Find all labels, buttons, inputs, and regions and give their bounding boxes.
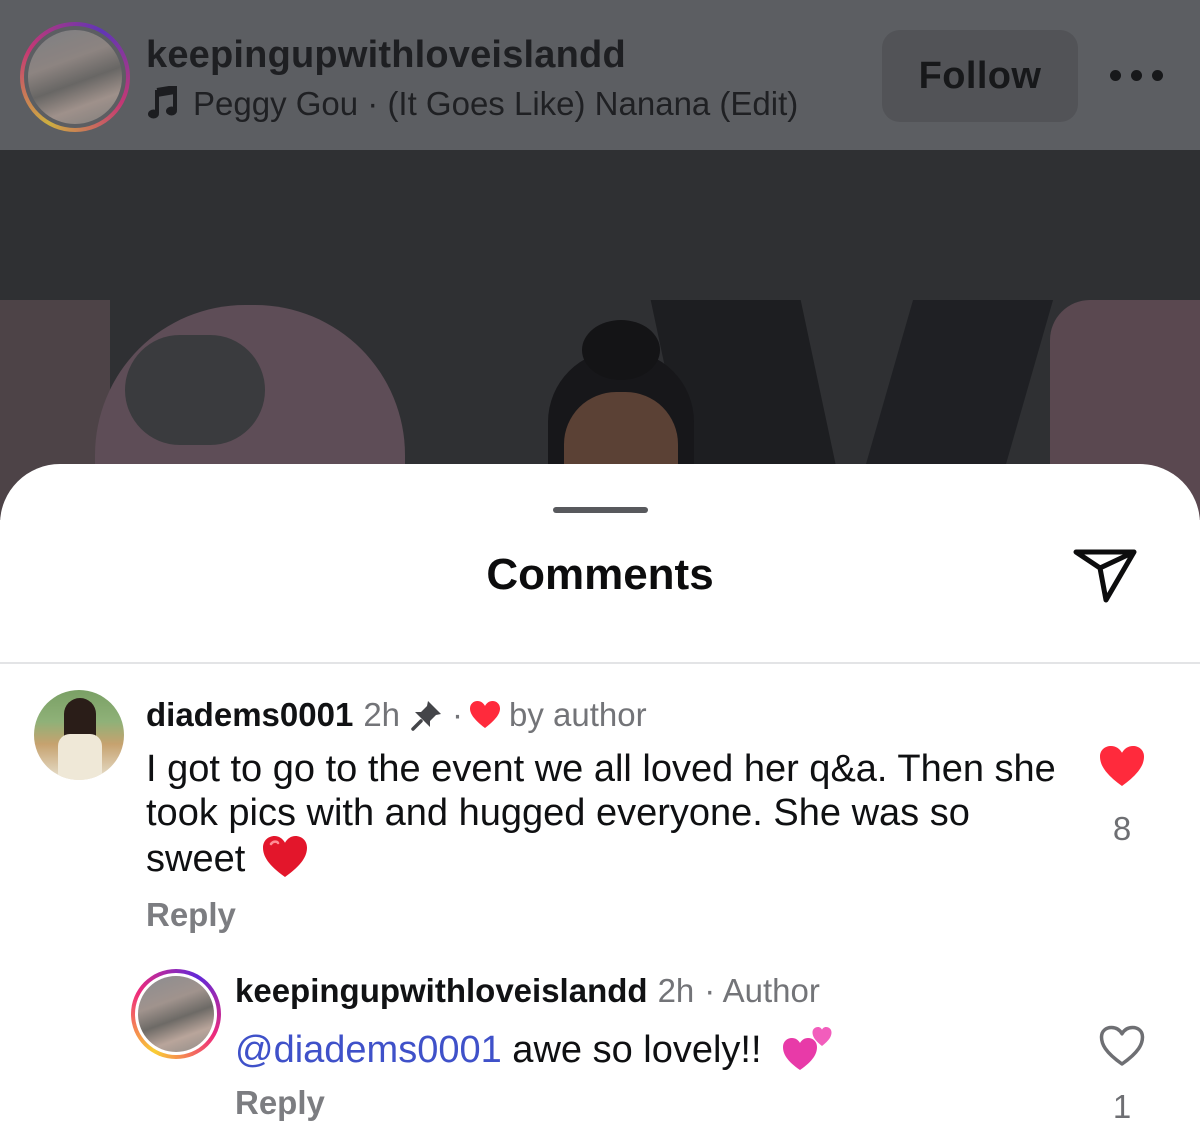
comment-username[interactable]: keepingupwithloveislandd bbox=[235, 972, 648, 1010]
red-heart-emoji bbox=[262, 836, 307, 877]
heart-icon[interactable] bbox=[1098, 744, 1146, 788]
author-username[interactable]: keepingupwithloveislandd bbox=[146, 34, 626, 77]
comment-time: 2h bbox=[657, 972, 695, 1009]
heart-outline-icon[interactable] bbox=[1098, 1024, 1146, 1068]
reply-button[interactable]: Reply bbox=[235, 1084, 325, 1122]
like-count: 8 bbox=[1112, 810, 1132, 847]
author-badge: · Author bbox=[704, 972, 820, 1009]
divider bbox=[0, 662, 1200, 664]
share-icon[interactable] bbox=[1070, 544, 1140, 604]
mention-link[interactable]: @diadems0001 bbox=[235, 1029, 502, 1071]
comment-header: diadems0001 2h · by author bbox=[146, 696, 647, 734]
more-options-icon[interactable] bbox=[1110, 60, 1164, 90]
comment-username[interactable]: diadems0001 bbox=[146, 696, 353, 734]
post-header: keepingupwithloveislandd Peggy Gou · (It… bbox=[0, 0, 1200, 150]
balloon-letter-p-hole bbox=[125, 335, 265, 445]
music-track[interactable]: Peggy Gou · (It Goes Like) Nanana (Edit) bbox=[193, 85, 798, 123]
liked-by-author: by author bbox=[509, 696, 647, 733]
comment-text: @diadems0001 awe so lovely!! bbox=[235, 1024, 1055, 1072]
author-avatar[interactable] bbox=[20, 22, 130, 132]
post-background: keepingupwithloveislandd Peggy Gou · (It… bbox=[0, 0, 1200, 520]
pin-icon bbox=[411, 701, 442, 731]
heart-icon bbox=[470, 701, 501, 728]
sheet-title: Comments bbox=[486, 550, 714, 599]
comment-separator: · bbox=[452, 696, 464, 733]
comment-time: 2h bbox=[363, 696, 401, 733]
like-count: 1 bbox=[1112, 1088, 1132, 1124]
comment-header: keepingupwithloveislandd 2h · Author bbox=[235, 972, 820, 1010]
comments-sheet: Comments diadems0001 2h · by author I go… bbox=[0, 464, 1200, 1124]
follow-button[interactable]: Follow bbox=[882, 30, 1078, 122]
commenter-avatar[interactable] bbox=[131, 969, 221, 1059]
drag-handle[interactable] bbox=[553, 507, 648, 513]
commenter-avatar[interactable] bbox=[34, 690, 124, 780]
music-note-icon bbox=[148, 86, 177, 119]
two-hearts-emoji bbox=[783, 1027, 832, 1070]
comment-text: I got to go to the event we all loved he… bbox=[146, 747, 1066, 881]
reply-button[interactable]: Reply bbox=[146, 896, 236, 934]
comment-text-content: awe so lovely!! bbox=[501, 1029, 762, 1071]
